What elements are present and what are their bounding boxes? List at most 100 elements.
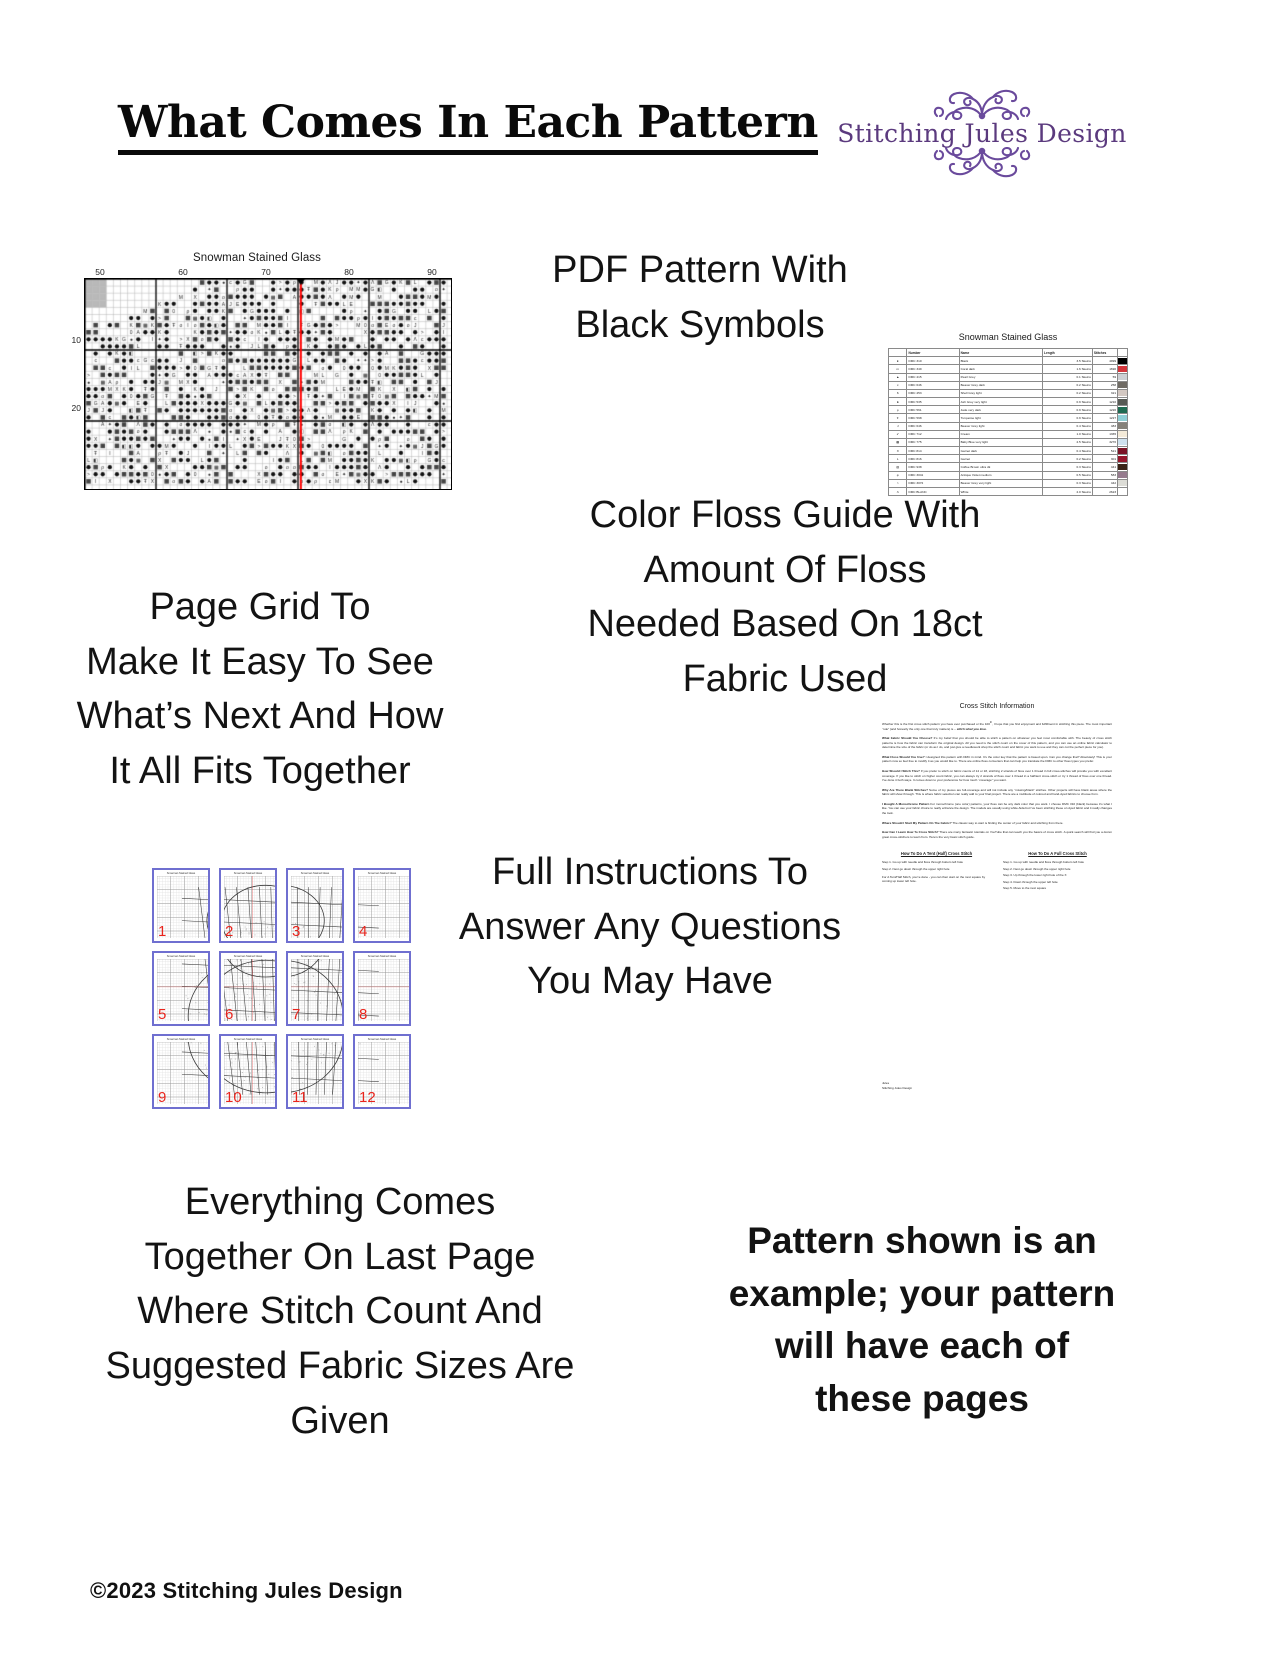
cell-symbol: Ŧ [887,413,908,423]
cell-name: Garnet [958,454,1044,464]
page-thumbnail-title: Snowman Stained Glass [166,872,196,875]
cell-symbol: c [887,380,908,390]
cell-symbol: > [887,478,908,488]
table-row: E DMC 535 Ash Grey very light 0.9 Skeins 121… [887,397,1128,407]
cell-length: 1.6 Skeins [1042,364,1093,374]
cell-name: Shell Grey light [958,388,1044,399]
instructions-signature: Jules Stitching Jules Design [882,1081,912,1090]
flourish-top-icon [907,86,1057,120]
cell-name: Turquoise light [958,413,1044,423]
cell-stitches: 1690 [1091,364,1119,374]
cell-stitches: 1210 [1091,397,1119,407]
page-thumbnail-title: Snowman Stained Glass [233,955,263,958]
full-stitch-step: Step 2. Next go down through the upper r… [1003,866,1071,871]
table-row: ▲ DMC 415 Pearl Grey 0.1 Skeins 59 [887,372,1128,382]
cell-number: DMC 938 [906,462,960,472]
floss-guide-table: Number Name Length Stitches ● DMC 310 Blac… [887,347,1128,497]
page-thumbnail-number: 11 [292,1089,308,1106]
cell-stitches: 521 [1091,446,1119,456]
cell-number: DMC 310 [906,356,960,366]
cell-number: DMC 561 [906,405,960,415]
chart-row-labels: 10 20 [62,278,84,490]
cell-length: 0.9 Skeins [1042,413,1093,423]
callout-everything-comes: Everything Comes Together On Last Page W… [105,1181,575,1442]
page-thumbnail[interactable]: Snowman Stained Glass 8 [353,951,411,1026]
full-stitch-heading: How To Do A Full Cross Stitch [1028,850,1087,856]
table-row: φ DMC 3041 Antique Violet medium 0.5 Skeins… [887,470,1128,480]
brand-name: Stitching Jules Design [837,118,1127,148]
cell-name: Beaver Grey very light [958,478,1044,488]
full-stitch-step: Step 3. Up through the lower right hole … [1003,873,1067,878]
callout-example-note: Pattern shown is an example; your patter… [728,1220,1116,1419]
cell-name: Beaver Grey light [958,421,1044,431]
page-thumbnail-number: 7 [292,1006,301,1023]
cell-swatch [1117,478,1128,488]
tent-stitch-guide: How To Do A Tent (Half) Cross Stitch Ste… [882,851,991,893]
cell-stitches: 2623 [1091,486,1119,497]
cell-symbol: 6 [887,388,908,399]
cell-swatch [1117,364,1128,374]
pattern-info-page: What Comes In Each Pattern Stitching Jul… [0,0,1280,1657]
page-thumbnail[interactable]: Snowman Stained Glass 3 [286,868,344,943]
page-thumbnail[interactable]: Snowman Stained Glass 9 [152,1034,210,1109]
page-thumbnail[interactable]: Snowman Stained Glass 4 [353,868,411,943]
cell-swatch [1117,405,1128,415]
tent-stitch-note: For A Tent/Half Stitch, you’re done - yo… [882,875,986,884]
floss-guide-preview: Snowman Stained Glass Number Name Length… [887,316,1128,497]
cell-swatch [1117,446,1128,456]
cell-length: 1.0 Skeins [1042,429,1093,439]
page-thumbnail[interactable]: Snowman Stained Glass 6 [219,951,277,1026]
page-thumbnail-number: 10 [225,1089,242,1106]
page-thumbnail[interactable]: Snowman Stained Glass 12 [353,1034,411,1109]
instructions-intro: Whether this is the first cross stitch p… [882,721,1112,731]
page-thumbnail[interactable]: Snowman Stained Glass 7 [286,951,344,1026]
cell-symbol: ✔ [887,429,908,439]
cell-length: 0.3 Skeins [1042,462,1093,472]
cell-swatch [1117,356,1128,366]
cell-length: 2.5 Skeins [1042,437,1093,448]
callout-instructions: Full Instructions To Answer Any Question… [458,851,842,1003]
page-thumbnail-title: Snowman Stained Glass [367,1038,397,1041]
cell-symbol: ρ [887,405,908,415]
cell-name: Garnet dark [958,446,1044,456]
copyright-footer: ©2023 Stitching Jules Design [90,1578,403,1603]
cell-name: Jade very dark [958,405,1044,415]
page-thumbnail[interactable]: Snowman Stained Glass 10 [219,1034,277,1109]
cell-length: 0.2 Skeins [1042,388,1093,399]
page-thumbnail-title: Snowman Stained Glass [233,872,263,875]
page-title: What Comes In Each Pattern [118,99,818,156]
page-thumbnail-title: Snowman Stained Glass [233,1038,263,1041]
page-thumbnail-number: 1 [158,923,167,940]
page-thumbnail-number: 2 [225,923,234,940]
table-row: > DMC 3072 Beaver Grey very light 0.3 Skein… [887,478,1128,488]
cell-stitches: 1365 [1091,429,1119,439]
table-row: 6 DMC 453 Shell Grey light 0.2 Skeins 321 [887,388,1128,399]
page-grid-preview: Snowman Stained Glass 1 Snowman Stained Gl… [152,868,411,1109]
full-stitch-step: Step 1. Go up with needle and floss thro… [1003,860,1084,865]
instructions-section: Why Are There Blank Stitches? Some of my… [882,787,1112,797]
cell-symbol: ▲ [887,372,908,382]
cell-name: Ash Grey very light [958,397,1044,407]
page-thumbnail[interactable]: Snowman Stained Glass 5 [152,951,210,1026]
chart-row-label: 10 [71,335,81,345]
cell-length: 2.0 Skeins [1042,486,1093,497]
page-thumbnail[interactable]: Snowman Stained Glass 11 [286,1034,344,1109]
cell-name: Beaver Grey dark [958,380,1044,390]
cell-swatch [1117,413,1128,423]
page-thumbnail[interactable]: Snowman Stained Glass 2 [219,868,277,943]
page-thumbnail-title: Snowman Stained Glass [166,1038,196,1041]
cell-symbol: E [887,397,908,407]
cell-stitches: 1227 [1091,413,1119,423]
chart-column-label: 60 [178,267,188,277]
page-thumbnail[interactable]: Snowman Stained Glass 1 [152,868,210,943]
cell-stitches: 4999 [1091,356,1119,366]
cell-number: DMC 453 [906,388,960,399]
cell-swatch [1117,454,1128,464]
page-thumbnail-title: Snowman Stained Glass [300,955,330,958]
full-stitch-step: Step 5. Move to the next square [1003,886,1047,891]
cell-name: Black [958,356,1044,366]
table-row: c DMC 646 Beaver Grey dark 0.2 Skeins 258 [887,380,1128,390]
instructions-section: Where Should I Start My Pattern On The F… [882,820,1064,825]
cell-stitches: 441 [1091,462,1119,472]
table-row: ρ DMC 561 Jade very dark 0.9 Skeins 1220 [887,405,1128,415]
